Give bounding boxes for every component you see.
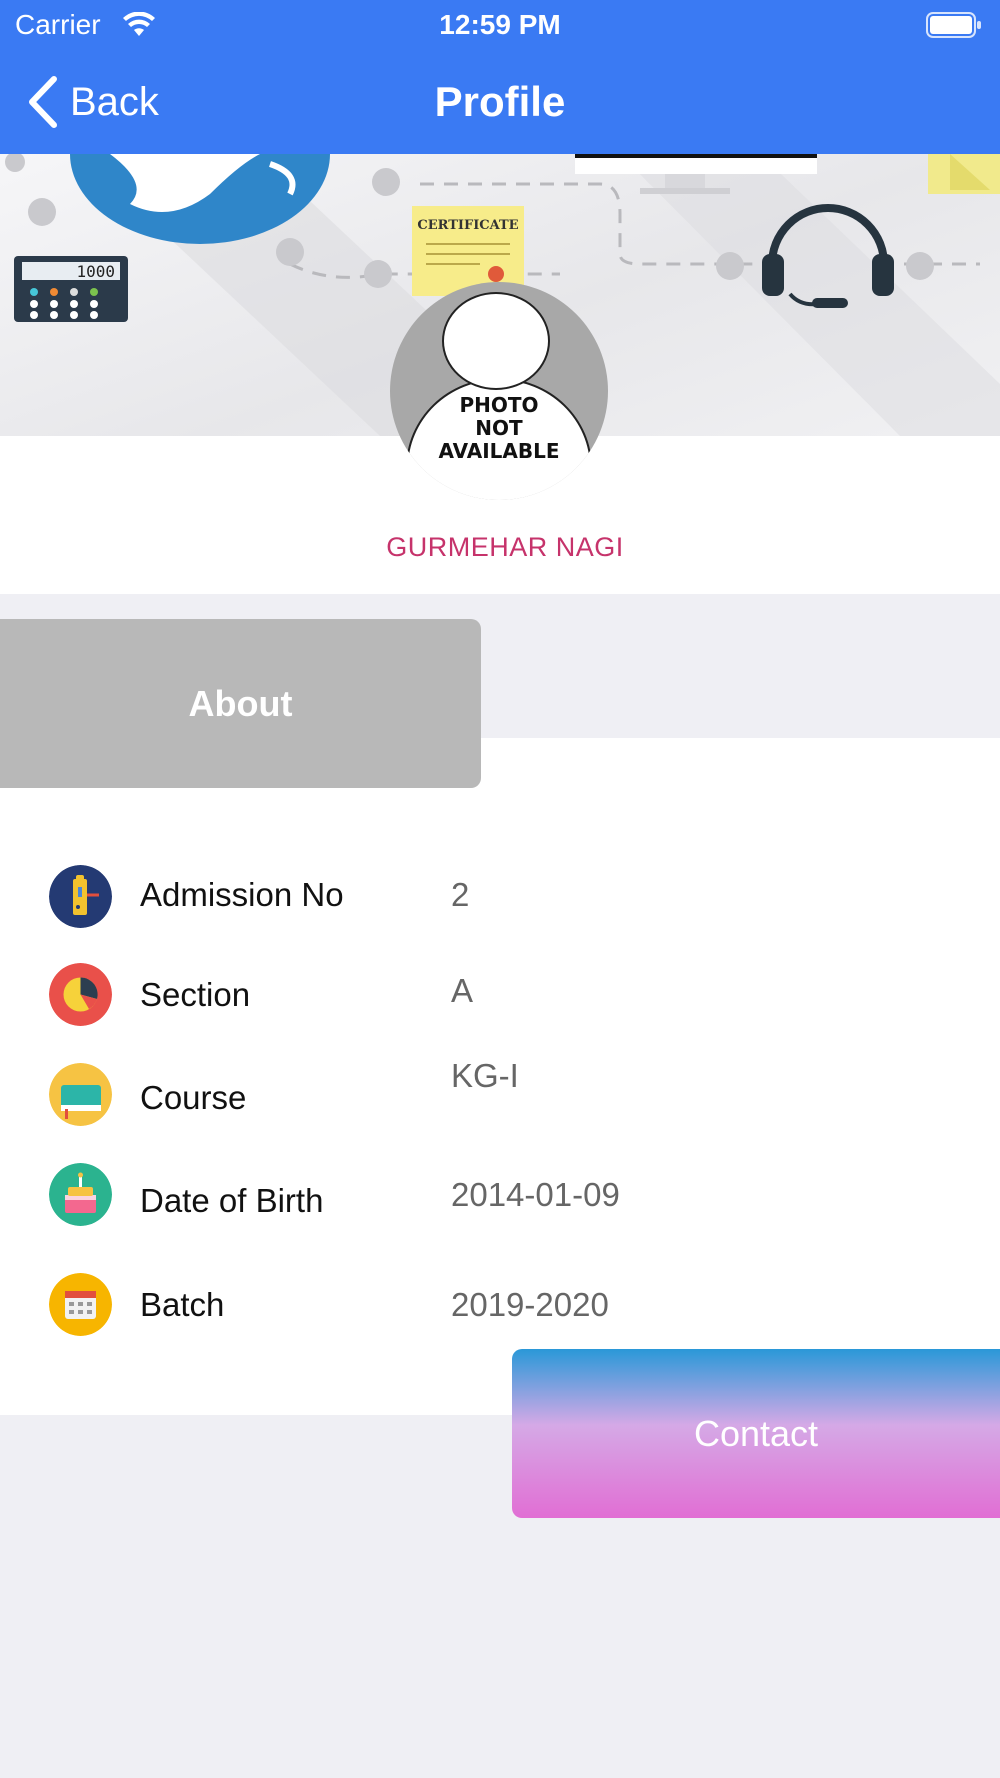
admission-no-value: 2: [451, 876, 470, 913]
tab-about-label: About: [188, 682, 293, 724]
page-title: Profile: [434, 78, 566, 125]
book-icon: [49, 1063, 112, 1126]
calculator-icon: 1000: [14, 256, 128, 322]
photo-text-line-2: NOT: [475, 416, 523, 440]
batch-value: 2019-2020: [451, 1286, 609, 1323]
status-bar: Carrier 12:59 PM: [0, 0, 1000, 50]
admission-no-label: Admission No: [140, 876, 344, 913]
date-of-birth-label: Date of Birth: [140, 1182, 324, 1219]
contact-button-label: Contact: [693, 1412, 819, 1454]
section-value: A: [451, 972, 474, 1009]
pie-chart-icon: [49, 963, 112, 1026]
certificate-text: CERTIFICATE: [417, 218, 518, 233]
calendar-icon: [49, 1273, 112, 1336]
avatar-head-shape: [442, 292, 550, 390]
contact-button[interactable]: Contact: [512, 1349, 1000, 1518]
status-time: 12:59 PM: [439, 9, 561, 40]
tab-about[interactable]: About: [0, 619, 481, 788]
calculator-display-text: 1000: [76, 262, 115, 281]
photo-not-available-text: PHOTO NOT AVAILABLE: [390, 394, 608, 463]
navigation-bar: Back Profile: [0, 50, 1000, 154]
photo-text-line-1: PHOTO: [459, 393, 539, 417]
avatar: PHOTO NOT AVAILABLE: [390, 282, 608, 500]
course-label: Course: [140, 1079, 247, 1116]
student-name: GURMEHAR NAGI: [386, 532, 624, 562]
section-label: Section: [140, 976, 251, 1013]
photo-text-line-3: AVAILABLE: [438, 439, 560, 463]
course-value: KG-I: [451, 1057, 519, 1094]
birthday-cake-icon: [49, 1163, 112, 1226]
date-of-birth-value: 2014-01-09: [451, 1176, 620, 1213]
batch-label: Batch: [140, 1286, 225, 1323]
id-card-icon: [49, 865, 112, 928]
battery-icon: [926, 12, 981, 38]
